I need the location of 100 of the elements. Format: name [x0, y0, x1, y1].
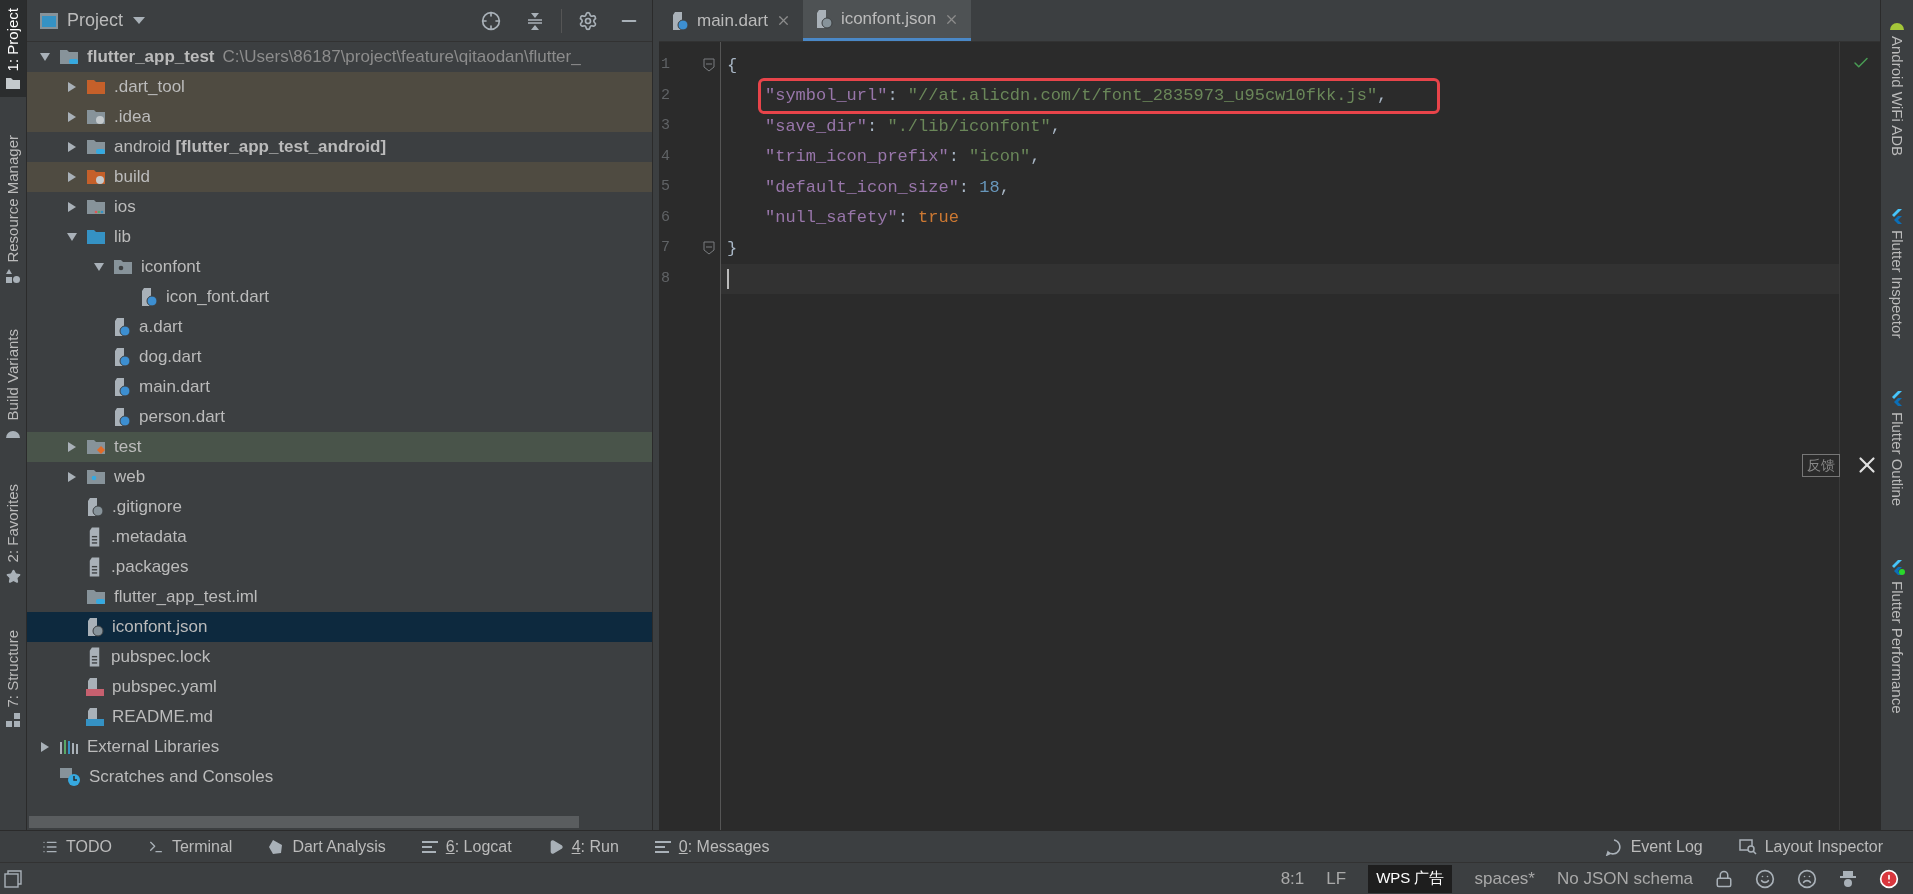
expand-arrow-icon[interactable]	[66, 171, 78, 183]
tree-item[interactable]: web	[27, 462, 652, 492]
tree-item-label: main.dart	[139, 376, 210, 399]
inspect-icon	[1738, 838, 1757, 855]
code-text: "trim_icon_prefix": "icon",	[765, 146, 1041, 168]
tool-window-tab[interactable]: 2: Favorites	[0, 476, 26, 592]
shapes-icon	[6, 268, 20, 283]
lines-icon	[421, 839, 438, 854]
feedback-popup[interactable]: 反馈	[1802, 452, 1880, 478]
tree-item[interactable]: .metadata	[27, 522, 652, 552]
tree-item[interactable]: iconfont	[27, 252, 652, 282]
tree-item[interactable]: a.dart	[27, 312, 652, 342]
code-text: {	[727, 54, 738, 77]
project-view-dropdown[interactable]: Project	[67, 7, 146, 34]
expand-arrow-icon[interactable]	[39, 741, 51, 753]
tree-item[interactable]: README.md	[27, 702, 652, 732]
expand-arrow-icon[interactable]	[66, 201, 78, 213]
tree-item-label: lib	[114, 226, 131, 249]
status-item[interactable]: LF	[1326, 865, 1347, 892]
settings-icon[interactable]	[578, 10, 598, 31]
tool-window-tab[interactable]: Flutter Outline	[1881, 382, 1913, 515]
tree-item[interactable]: flutter_app_test.iml	[27, 582, 652, 612]
tree-item[interactable]: pubspec.lock	[27, 642, 652, 672]
tree-item[interactable]: .dart_tool	[27, 72, 652, 102]
tree-item[interactable]: Scratches and Consoles	[27, 762, 652, 792]
tree-item[interactable]: .packages	[27, 552, 652, 582]
tool-window-button[interactable]: TODO	[42, 834, 112, 859]
tree-item[interactable]: External Libraries	[27, 732, 652, 762]
tree-item[interactable]: pubspec.yaml	[27, 672, 652, 702]
status-item[interactable]: No JSON schema	[1556, 865, 1693, 892]
editor-tab[interactable]: iconfont.json	[802, 0, 972, 41]
tool-window-tab[interactable]: Flutter Performance	[1881, 550, 1913, 722]
tree-item[interactable]: flutter_app_test C:\Users\86187\project\feature\qitaodan\flutter_	[27, 42, 652, 72]
expand-arrow-icon[interactable]	[66, 231, 78, 243]
tree-item[interactable]: lib	[27, 222, 652, 252]
folder-icon	[86, 78, 106, 96]
expand-arrow-icon[interactable]	[66, 81, 78, 93]
tree-item-label: ios	[114, 196, 136, 219]
tool-window-button[interactable]: Dart Analysis	[268, 834, 386, 859]
lock-icon[interactable]	[1715, 869, 1733, 888]
tree-item[interactable]: build	[27, 162, 652, 192]
line-number: 4	[661, 146, 670, 167]
folder-icon	[86, 228, 106, 246]
frown-icon[interactable]	[1797, 868, 1817, 889]
expand-arrow-icon[interactable]	[66, 141, 78, 153]
folder-icon	[86, 168, 106, 186]
collapse-all-icon[interactable]	[525, 10, 545, 31]
tree-item-label: test	[114, 436, 142, 459]
folder-icon	[86, 198, 106, 216]
tree-item[interactable]: .gitignore	[27, 492, 652, 522]
tool-window-tab[interactable]: Build Variants	[0, 320, 26, 447]
tool-window-tab[interactable]: Android WiFi ADB	[1881, 10, 1913, 165]
tool-window-tab[interactable]: 1: Project	[0, 0, 26, 98]
tree-item[interactable]: main.dart	[27, 372, 652, 402]
tree-item[interactable]: person.dart	[27, 402, 652, 432]
status-item[interactable]: spaces*	[1474, 865, 1535, 892]
tree-item[interactable]: icon_font.dart	[27, 282, 652, 312]
error-icon[interactable]	[1879, 868, 1899, 889]
tool-window-tab[interactable]: 7: Structure	[0, 621, 26, 736]
tool-window-button[interactable]: 6: Logcat	[421, 834, 512, 859]
tool-window-tab[interactable]: Flutter Inspector	[1881, 200, 1913, 347]
tree-item-label: Scratches and Consoles	[89, 766, 274, 789]
horizontal-scrollbar[interactable]	[29, 816, 579, 828]
expand-arrow-icon[interactable]	[93, 261, 105, 273]
folder-icon	[86, 138, 106, 156]
library-icon	[59, 738, 79, 756]
expand-arrow-icon[interactable]	[66, 111, 78, 123]
hat-figure-icon[interactable]	[1839, 869, 1857, 888]
panel-toggle-icon[interactable]	[4, 869, 22, 888]
expand-arrow-icon[interactable]	[66, 441, 78, 453]
tool-window-button[interactable]: Event Log	[1604, 834, 1703, 859]
tree-item[interactable]: android [flutter_app_test_android]	[27, 132, 652, 162]
smile-icon[interactable]	[1755, 868, 1775, 889]
locate-icon[interactable]	[481, 10, 501, 31]
tool-window-tab[interactable]: Resource Manager	[0, 127, 26, 291]
tree-item[interactable]: ios	[27, 192, 652, 222]
file-icon	[86, 677, 104, 697]
tree-item-label: iconfont.json	[112, 616, 208, 639]
tree-item-label: flutter_app_test.iml	[114, 586, 258, 609]
editor-tab[interactable]: main.dart	[659, 0, 803, 41]
tree-item[interactable]: dog.dart	[27, 342, 652, 372]
tree-item[interactable]: test	[27, 432, 652, 462]
tree-item-label: README.md	[112, 706, 214, 729]
fold-marker-icon[interactable]	[703, 58, 715, 73]
tool-window-button[interactable]: Terminal	[147, 834, 233, 859]
tool-window-button[interactable]: 0: Messages	[654, 834, 770, 859]
tree-item[interactable]: .idea	[27, 102, 652, 132]
file-icon	[86, 617, 104, 637]
tool-window-button[interactable]: Layout Inspector	[1738, 834, 1883, 859]
file-icon	[113, 407, 131, 427]
tree-item[interactable]: iconfont.json	[27, 612, 652, 642]
file-icon	[89, 527, 100, 547]
status-item[interactable]: 8:1	[1280, 865, 1305, 892]
fold-marker-icon[interactable]	[703, 241, 715, 256]
tree-item-label: .gitignore	[112, 496, 182, 519]
expand-arrow-icon[interactable]	[66, 471, 78, 483]
expand-arrow-icon[interactable]	[39, 51, 51, 63]
tree-item-label: person.dart	[139, 406, 225, 429]
project-view-icon	[39, 11, 59, 30]
tool-window-button[interactable]: 4: Run	[547, 834, 619, 859]
